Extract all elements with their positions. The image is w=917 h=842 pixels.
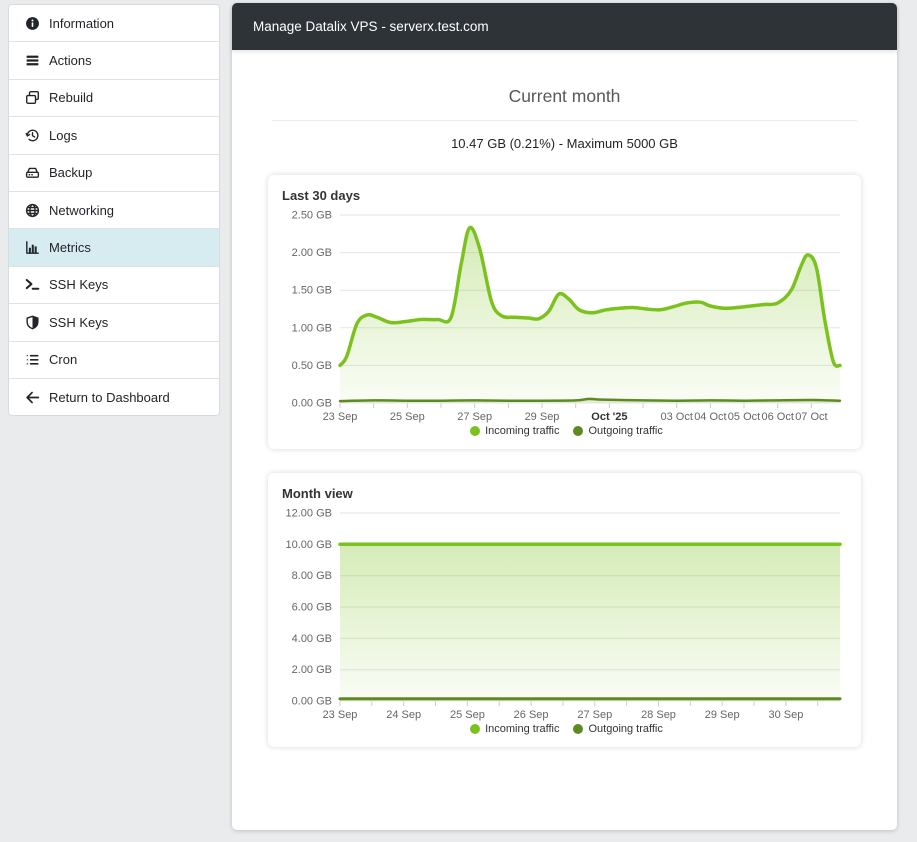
svg-text:06 Oct: 06 Oct <box>761 411 793 423</box>
svg-text:8.00 GB: 8.00 GB <box>292 570 332 582</box>
svg-text:2.00 GB: 2.00 GB <box>292 247 332 259</box>
svg-text:29 Sep: 29 Sep <box>705 709 740 721</box>
chart-card-last-30-days: Last 30 days 0.00 GB 0.50 GB 1.00 GB 1.50 G… <box>268 175 861 449</box>
chart-card-month-view: Month view 0.00 GB 2.00 GB 4.00 GB 6.00 GB 8… <box>268 473 861 747</box>
sidebar-item-label: SSH Keys <box>49 314 109 330</box>
sidebar-item-ssh-keys[interactable]: SSH Keys <box>9 266 219 305</box>
window-title: Manage Datalix VPS - serverx.test.com <box>253 19 489 34</box>
chart-title-last-30-days: Last 30 days <box>282 188 361 203</box>
sidebar-item-cron[interactable]: Cron <box>9 341 219 379</box>
svg-text:0.00 GB: 0.00 GB <box>292 398 332 410</box>
svg-text:23 Sep: 23 Sep <box>323 411 358 423</box>
actions-list-icon <box>24 53 40 69</box>
legend-label: Incoming traffic <box>485 723 560 735</box>
svg-text:29 Sep: 29 Sep <box>525 411 560 423</box>
sidebar-item-rebuild[interactable]: Rebuild <box>9 79 219 118</box>
month-view-chart[interactable]: 0.00 GB 2.00 GB 4.00 GB 6.00 GB 8.00 GB 10.00… <box>280 503 845 723</box>
sidebar-item-metrics[interactable]: Metrics <box>9 229 219 267</box>
svg-text:27 Sep: 27 Sep <box>577 709 612 721</box>
sidebar-item-label: SSH Keys <box>49 277 109 293</box>
svg-text:05 Oct: 05 Oct <box>728 411 760 423</box>
chart-legend: Incoming traffic Outgoing traffic <box>280 425 853 437</box>
svg-text:26 Sep: 26 Sep <box>514 709 549 721</box>
svg-text:4.00 GB: 4.00 GB <box>292 633 332 645</box>
svg-text:03 Oct: 03 Oct <box>660 411 692 423</box>
svg-text:1.50 GB: 1.50 GB <box>292 285 332 297</box>
last-30-days-chart[interactable]: 0.00 GB 0.50 GB 1.00 GB 1.50 GB 2.00 GB 2.50 … <box>280 205 845 425</box>
svg-text:25 Sep: 25 Sep <box>390 411 425 423</box>
main-panel: Manage Datalix VPS - serverx.test.com Cu… <box>232 3 897 830</box>
legend-label: Incoming traffic <box>485 425 560 437</box>
svg-text:6.00 GB: 6.00 GB <box>292 602 332 614</box>
svg-text:24 Sep: 24 Sep <box>386 709 421 721</box>
page-title: Current month <box>508 86 621 106</box>
svg-text:07 Oct: 07 Oct <box>795 411 827 423</box>
legend-dot <box>470 724 481 734</box>
legend-label: Outgoing traffic <box>588 425 663 437</box>
svg-text:0.50 GB: 0.50 GB <box>292 360 332 372</box>
legend-dot <box>470 426 481 436</box>
sidebar-item-networking[interactable]: Networking <box>9 191 219 230</box>
svg-text:12.00 GB: 12.00 GB <box>286 508 332 520</box>
chart-legend: Incoming traffic Outgoing traffic <box>280 723 853 735</box>
chart-title-month-view: Month view <box>282 486 353 501</box>
legend-dot <box>573 426 584 436</box>
legend-item-incoming-traffic[interactable]: Incoming traffic <box>470 425 559 437</box>
terminal-icon <box>24 277 40 293</box>
info-circle-icon <box>24 15 40 31</box>
svg-text:2.50 GB: 2.50 GB <box>292 210 332 222</box>
sidebar-item-information[interactable]: Information <box>9 5 219 43</box>
legend-item-outgoing-traffic[interactable]: Outgoing traffic <box>573 723 663 735</box>
sidebar-item-ssh-keys[interactable]: SSH Keys <box>9 304 219 342</box>
arrow-left-icon <box>24 389 40 405</box>
legend-item-incoming-traffic[interactable]: Incoming traffic <box>470 723 559 735</box>
metrics-content: Current month 10.47 GB (0.21%) - Maximum… <box>232 86 897 747</box>
sidebar-item-label: Actions <box>49 53 92 69</box>
legend-label: Outgoing traffic <box>588 723 663 735</box>
sidebar-item-label: Logs <box>49 127 78 143</box>
sidebar-item-label: Metrics <box>49 240 91 256</box>
svg-text:25 Sep: 25 Sep <box>450 709 485 721</box>
svg-text:0.00 GB: 0.00 GB <box>292 696 332 708</box>
sidebar-item-backup[interactable]: Backup <box>9 154 219 192</box>
app: Information Actions Rebuild Logs Backup Netwo… <box>0 0 917 842</box>
svg-text:27 Sep: 27 Sep <box>457 411 492 423</box>
sidebar-item-logs[interactable]: Logs <box>9 117 219 155</box>
svg-text:2.00 GB: 2.00 GB <box>292 664 332 676</box>
rebuild-clone-icon <box>24 90 40 106</box>
sidebar-item-label: Cron <box>49 352 78 368</box>
svg-text:23 Sep: 23 Sep <box>323 709 358 721</box>
logs-history-icon <box>24 127 40 143</box>
sidebar-item-label: Rebuild <box>49 90 94 106</box>
cron-list-icon <box>24 352 40 368</box>
svg-text:10.00 GB: 10.00 GB <box>286 539 332 551</box>
usage-summary: 10.47 GB (0.21%) - Maximum 5000 GB <box>451 136 678 151</box>
svg-text:04 Oct: 04 Oct <box>694 411 726 423</box>
sidebar: Information Actions Rebuild Logs Backup Netwo… <box>8 4 220 417</box>
sidebar-item-label: Networking <box>49 202 115 218</box>
sidebar-item-label: Return to Dashboard <box>49 389 170 405</box>
legend-item-outgoing-traffic[interactable]: Outgoing traffic <box>573 425 663 437</box>
svg-text:28 Sep: 28 Sep <box>641 709 676 721</box>
backup-drive-icon <box>24 165 40 181</box>
sidebar-item-return-to-dashboard[interactable]: Return to Dashboard <box>9 378 219 416</box>
window-header: Manage Datalix VPS - serverx.test.com <box>232 3 897 50</box>
sidebar-item-label: Backup <box>49 165 93 181</box>
metrics-chart-icon <box>24 240 40 256</box>
legend-dot <box>573 724 584 734</box>
sidebar-item-label: Information <box>49 15 115 31</box>
svg-text:1.00 GB: 1.00 GB <box>292 322 332 334</box>
svg-text:Oct '25: Oct '25 <box>591 411 627 423</box>
divider <box>272 120 857 121</box>
networking-globe-icon <box>24 202 40 218</box>
shield-icon <box>24 314 40 330</box>
svg-text:30 Sep: 30 Sep <box>768 709 803 721</box>
sidebar-item-actions[interactable]: Actions <box>9 42 219 80</box>
